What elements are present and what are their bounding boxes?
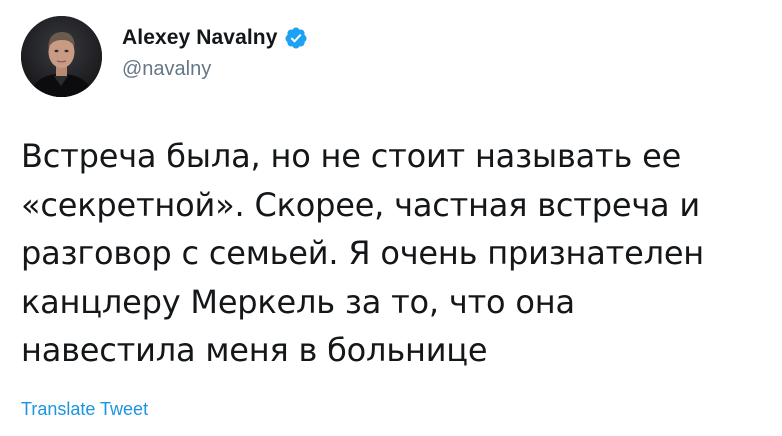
tweet-text-line: «секретной». Скорее, частная встреча и xyxy=(21,185,701,224)
avatar[interactable] xyxy=(21,16,102,97)
avatar-photo xyxy=(21,16,102,97)
tweet-text-line: разговор с семьей. Я очень признателен xyxy=(21,234,705,272)
tweet-card: Alexey Navalny @navalny Встреча была, но… xyxy=(0,0,782,436)
tweet-text-line: Встреча была, но не стоит называть ее xyxy=(21,137,682,175)
author-name-row: Alexey Navalny xyxy=(122,24,308,52)
translate-tweet-link[interactable]: Translate Tweet xyxy=(21,399,148,420)
tweet-author: Alexey Navalny @navalny xyxy=(122,24,308,81)
author-handle[interactable]: @navalny xyxy=(122,58,308,81)
tweet-text: Встреча была, но не стоит называть ее «с… xyxy=(21,132,771,375)
tweet-text-line: навестила меня в больнице xyxy=(21,331,488,369)
tweet-text-line: канцлеру Меркель за то, что она xyxy=(21,282,575,321)
author-display-name[interactable]: Alexey Navalny xyxy=(122,26,278,50)
verified-badge-icon xyxy=(284,26,308,50)
